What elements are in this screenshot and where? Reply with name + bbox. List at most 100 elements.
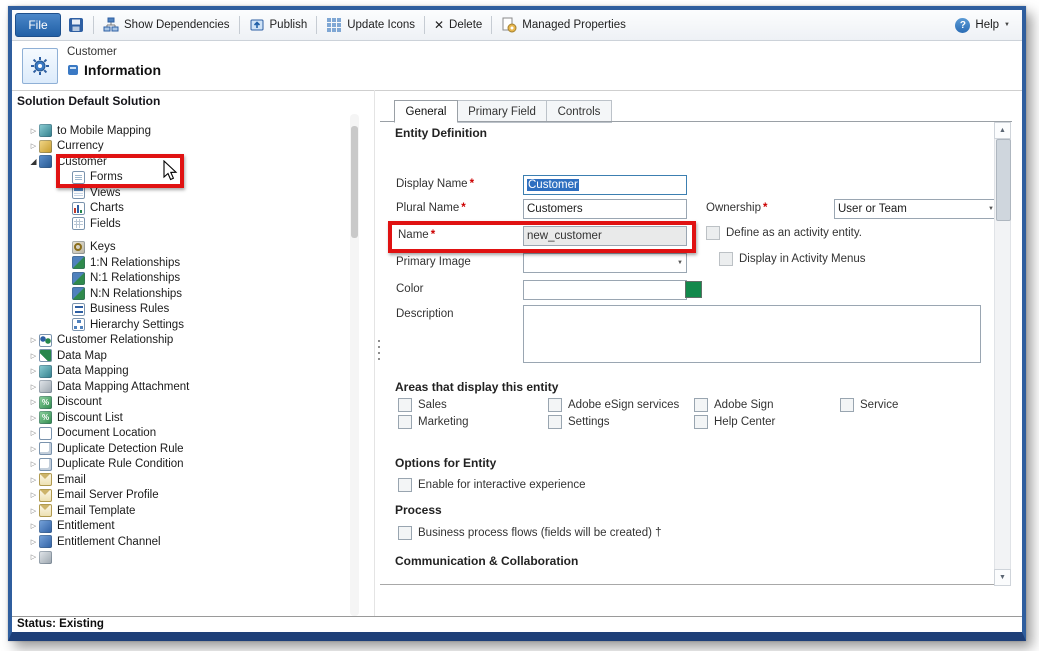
main-scrollbar-thumb[interactable] — [996, 139, 1011, 221]
status-divider — [12, 616, 1022, 617]
plural-name-input[interactable]: Customers — [523, 199, 687, 219]
tree-item-data-mapping[interactable]: ▷ Data Mapping — [12, 364, 358, 380]
expand-arrow-icon[interactable]: ▷ — [28, 127, 39, 135]
description-textarea[interactable] — [523, 305, 981, 363]
duplicate-condition-icon — [39, 457, 52, 471]
expand-arrow-icon[interactable]: ▷ — [28, 336, 39, 344]
expand-arrow-icon[interactable]: ▷ — [28, 491, 39, 499]
expand-arrow-icon[interactable]: ▷ — [28, 414, 39, 422]
tree-item-entitlement-channel[interactable]: ▷ Entitlement Channel — [12, 534, 358, 550]
tree-item-data-mapping-attachment[interactable]: ▷ Data Mapping Attachment — [12, 379, 358, 395]
tree-item-charts[interactable]: Charts — [12, 201, 358, 217]
tree-item-duplicate-rule-condition[interactable]: ▷ Duplicate Rule Condition — [12, 457, 358, 473]
entity-icon — [22, 48, 58, 84]
file-button[interactable]: File — [15, 13, 61, 37]
tree-item-hierarchy-settings[interactable]: Hierarchy Settings — [12, 317, 358, 333]
color-swatch[interactable] — [685, 281, 702, 298]
views-icon — [72, 186, 85, 200]
service-checkbox[interactable] — [840, 398, 854, 412]
currency-icon — [39, 139, 52, 153]
tree-item-fields[interactable]: Fields — [12, 216, 358, 232]
entitlement-channel-icon — [39, 535, 52, 549]
display-name-input[interactable]: Customer — [523, 175, 687, 195]
expand-arrow-icon[interactable]: ▷ — [28, 367, 39, 375]
adobe-esign-checkbox[interactable] — [548, 398, 562, 412]
expand-arrow-icon[interactable]: ▷ — [28, 553, 39, 561]
tree-item-entitlement[interactable]: ▷ Entitlement — [12, 519, 358, 535]
managed-properties-button[interactable]: Managed Properties — [501, 17, 626, 33]
keys-icon — [72, 240, 85, 254]
ownership-select[interactable]: User or Team ▼ — [834, 199, 998, 219]
information-icon — [68, 65, 78, 75]
expand-arrow-icon[interactable]: ▷ — [28, 460, 39, 468]
scroll-up-button[interactable]: ▲ — [994, 122, 1011, 139]
expand-arrow-icon[interactable]: ▷ — [28, 398, 39, 406]
hierarchy-icon — [72, 318, 85, 332]
expand-arrow-icon[interactable]: ▷ — [28, 383, 39, 391]
tab-primary-field[interactable]: Primary Field — [457, 100, 547, 123]
plural-name-label: Plural Name — [396, 202, 466, 214]
collapse-arrow-icon[interactable]: ◢ — [28, 157, 39, 166]
toolbar-separator — [491, 16, 493, 34]
adobe-sign-checkbox[interactable] — [694, 398, 708, 412]
tab-general[interactable]: General — [394, 100, 458, 123]
tree-item-email[interactable]: ▷ Email — [12, 472, 358, 488]
activity-entity-checkbox[interactable] — [706, 226, 720, 240]
expand-arrow-icon[interactable]: ▷ — [28, 142, 39, 150]
sales-checkbox[interactable] — [398, 398, 412, 412]
publish-button[interactable]: Publish — [249, 17, 307, 33]
tree-item-data-map[interactable]: ▷ Data Map — [12, 348, 358, 364]
tree-item-many-to-many-relationships[interactable]: N:N Relationships — [12, 286, 358, 302]
expand-arrow-icon[interactable]: ▷ — [28, 476, 39, 484]
tree-item-one-to-many-relationships[interactable]: 1:N Relationships — [12, 255, 358, 271]
breadcrumb-entity-name: Customer — [67, 46, 117, 58]
delete-button[interactable]: ✕ Delete — [434, 19, 482, 31]
entitlement-icon — [39, 519, 52, 533]
display-name-label: Display Name — [396, 178, 474, 190]
tree-item-currency[interactable]: ▷ Currency — [12, 139, 358, 155]
save-button[interactable] — [68, 17, 84, 33]
ownership-label: Ownership — [706, 202, 767, 214]
show-dependencies-button[interactable]: Show Dependencies — [103, 17, 230, 33]
update-icons-button[interactable]: Update Icons — [326, 17, 415, 33]
process-flows-checkbox[interactable] — [398, 526, 412, 540]
tab-controls[interactable]: Controls — [546, 100, 612, 123]
tree-item-many-to-one-relationships[interactable]: N:1 Relationships — [12, 271, 358, 287]
interactive-experience-checkbox[interactable] — [398, 478, 412, 492]
tree-item-customer-relationship[interactable]: ▷ Customer Relationship — [12, 333, 358, 349]
tree-item-discount[interactable]: ▷Discount — [12, 395, 358, 411]
tree-item-clipped[interactable]: ▷ — [12, 550, 358, 566]
activity-menus-checkbox[interactable] — [719, 252, 733, 266]
app-window: File Show Dependencies Publish Update Ic… — [8, 6, 1026, 641]
expand-arrow-icon[interactable]: ▷ — [28, 352, 39, 360]
tree-item-business-rules[interactable]: Business Rules — [12, 302, 358, 318]
expand-arrow-icon[interactable]: ▷ — [28, 538, 39, 546]
tree-item-email-template[interactable]: ▷ Email Template — [12, 503, 358, 519]
marketing-checkbox[interactable] — [398, 415, 412, 429]
color-input[interactable] — [523, 280, 687, 300]
tree-item-duplicate-detection-rule[interactable]: ▷ Duplicate Detection Rule — [12, 441, 358, 457]
expand-arrow-icon[interactable]: ▷ — [28, 429, 39, 437]
business-rules-icon — [72, 302, 85, 316]
expand-arrow-icon[interactable]: ▷ — [28, 507, 39, 515]
settings-checkbox[interactable] — [548, 415, 562, 429]
expand-arrow-icon[interactable]: ▷ — [28, 522, 39, 530]
tree-item-keys[interactable]: Keys — [12, 240, 358, 256]
data-map-icon — [39, 349, 52, 363]
publish-icon — [250, 19, 263, 31]
attachment-icon — [39, 380, 52, 394]
area-sales-row: Sales — [398, 398, 447, 412]
tree-item-document-location[interactable]: ▷ Document Location — [12, 426, 358, 442]
scroll-down-button[interactable]: ▼ — [994, 569, 1011, 586]
panel-divider — [374, 90, 375, 616]
tree-item-mobile-mapping[interactable]: ▷ to Mobile Mapping — [12, 123, 358, 139]
dependencies-icon — [103, 17, 119, 32]
primary-image-select[interactable]: ▼ — [523, 253, 687, 273]
help-menu[interactable]: ? Help ▼ — [955, 17, 1010, 33]
help-center-checkbox[interactable] — [694, 415, 708, 429]
expand-arrow-icon[interactable]: ▷ — [28, 445, 39, 453]
tree-item-discount-list[interactable]: ▷Discount List — [12, 410, 358, 426]
tree-item-email-server-profile[interactable]: ▷ Email Server Profile — [12, 488, 358, 504]
tree-scrollbar-thumb[interactable] — [351, 126, 358, 238]
area-marketing-row: Marketing — [398, 415, 469, 429]
